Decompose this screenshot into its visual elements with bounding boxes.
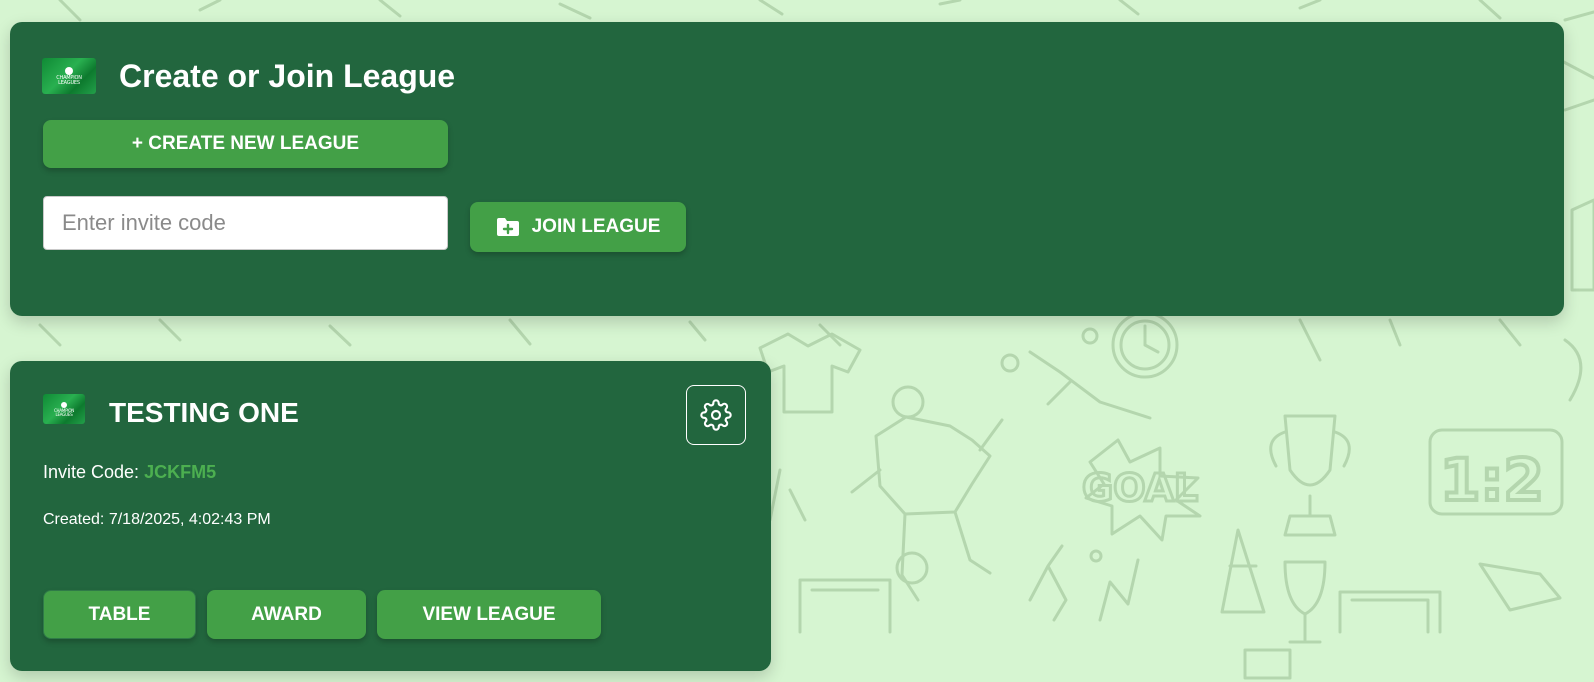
league-card: CHAMPION LEAGUES TESTING ONE Invite Code… xyxy=(10,361,771,671)
svg-text:GOAL: GOAL xyxy=(1082,466,1198,510)
created-label: Created: xyxy=(43,511,105,528)
created-row: Created: 7/18/2025, 4:02:43 PM xyxy=(43,511,271,529)
champion-leagues-logo: CHAMPION LEAGUES xyxy=(43,394,85,424)
create-new-league-button[interactable]: + CREATE NEW LEAGUE xyxy=(43,120,448,168)
join-league-button[interactable]: JOIN LEAGUE xyxy=(470,202,686,252)
logo-text-line-2: LEAGUES xyxy=(58,79,80,86)
svg-text:1:2: 1:2 xyxy=(1440,446,1544,514)
award-button[interactable]: AWARD xyxy=(207,590,366,639)
folder-plus-icon xyxy=(496,218,519,236)
champion-leagues-logo: CHAMPION LEAGUES xyxy=(42,58,96,94)
league-name: TESTING ONE xyxy=(109,397,299,428)
soccer-ball-icon xyxy=(61,401,67,408)
join-league-label: JOIN LEAGUE xyxy=(531,216,661,237)
invite-code-input[interactable] xyxy=(43,196,448,250)
invite-code-row: Invite Code: JCKFM5 xyxy=(43,462,216,483)
invite-code-value: JCKFM5 xyxy=(144,462,217,482)
create-join-league-panel: CHAMPION LEAGUES Create or Join League +… xyxy=(10,22,1564,316)
page-title: Create or Join League xyxy=(119,58,456,94)
league-settings-button[interactable] xyxy=(686,385,746,445)
gear-icon xyxy=(700,399,732,431)
table-button[interactable]: TABLE xyxy=(43,590,196,639)
logo-text-line-2: LEAGUES xyxy=(55,411,73,417)
view-league-button[interactable]: VIEW LEAGUE xyxy=(377,590,601,639)
invite-code-label: Invite Code: xyxy=(43,462,140,482)
created-date: 7/18/2025, 4:02:43 PM xyxy=(108,511,271,528)
soccer-ball-icon xyxy=(65,66,73,75)
